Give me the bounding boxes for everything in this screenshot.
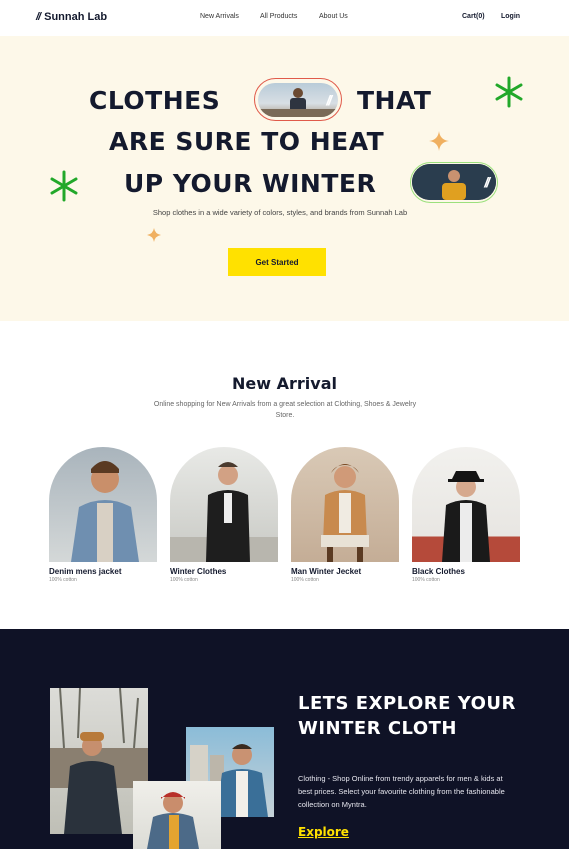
explore-title: LETS EXPLORE YOUR WINTER CLOTH <box>298 693 516 739</box>
sparkle-orange-icon <box>147 228 161 242</box>
top-nav: //Sunnah Lab New Arrivals All Products A… <box>0 0 569 36</box>
product-card[interactable]: Winter Clothes 100% cotton <box>170 447 278 583</box>
product-material: 100% cotton <box>170 577 198 583</box>
product-photo-icon <box>71 461 139 562</box>
sparkle-green-icon <box>495 76 523 108</box>
product-card[interactable]: Black Clothes 100% cotton <box>412 447 520 583</box>
product-name: Black Clothes <box>412 567 465 576</box>
product-material: 100% cotton <box>412 577 440 583</box>
product-image <box>49 447 157 562</box>
new-arrival-title: New Arrival <box>232 374 337 393</box>
hero-headline-line1a: CLOTHES <box>89 86 221 115</box>
product-image <box>291 447 399 562</box>
product-name: Winter Clothes <box>170 567 227 576</box>
logo-mark-icon: // <box>36 11 41 23</box>
hero-section: CLOTHES // THAT ARE SURE TO HEAT UP YOUR… <box>0 36 569 321</box>
product-card[interactable]: Denim mens jacket 100% cotton <box>49 447 157 583</box>
explore-photo-3 <box>133 781 221 849</box>
sparkle-orange-icon <box>429 131 449 151</box>
product-image <box>170 447 278 562</box>
man-photo-icon <box>147 792 199 849</box>
cart-link[interactable]: Cart(0) <box>462 13 485 20</box>
product-material: 100% cotton <box>49 577 77 583</box>
explore-link[interactable]: Explore <box>298 825 349 839</box>
nav-link-new-arrivals[interactable]: New Arrivals <box>200 13 239 20</box>
hero-headline-line2: ARE SURE TO HEAT <box>109 127 385 156</box>
product-card[interactable]: Man Winter Jecket 100% cotton <box>291 447 399 583</box>
get-started-button[interactable]: Get Started <box>228 248 326 276</box>
nav-link-about-us[interactable]: About Us <box>319 13 348 20</box>
hero-headline-line3: UP YOUR WINTER <box>124 169 377 198</box>
hero-subtitle: Shop clothes in a wide variety of colors… <box>152 208 408 217</box>
explore-section: LETS EXPLORE YOUR WINTER CLOTH Clothing … <box>0 629 569 849</box>
login-link[interactable]: Login <box>501 13 520 20</box>
product-name: Denim mens jacket <box>49 567 122 576</box>
product-photo-icon <box>170 462 278 562</box>
product-photo-icon <box>321 464 369 562</box>
hero-headline-line1b: THAT <box>357 86 432 115</box>
explore-text: Clothing - Shop Online from trendy appar… <box>298 774 505 809</box>
slash-mark-icon: // <box>326 92 332 108</box>
logo[interactable]: //Sunnah Lab <box>36 11 107 23</box>
logo-text: Sunnah Lab <box>44 11 108 23</box>
product-image <box>412 447 520 562</box>
nav-link-all-products[interactable]: All Products <box>260 13 297 20</box>
product-material: 100% cotton <box>291 577 319 583</box>
hero-pill-image-2: // <box>412 164 496 200</box>
product-name: Man Winter Jecket <box>291 567 362 576</box>
sparkle-green-icon <box>50 170 78 202</box>
product-photo-icon <box>442 471 490 562</box>
slash-mark-icon: // <box>484 174 490 190</box>
new-arrival-description: Online shopping for New Arrivals from a … <box>153 401 417 419</box>
hero-pill-image-1: // <box>258 83 338 117</box>
